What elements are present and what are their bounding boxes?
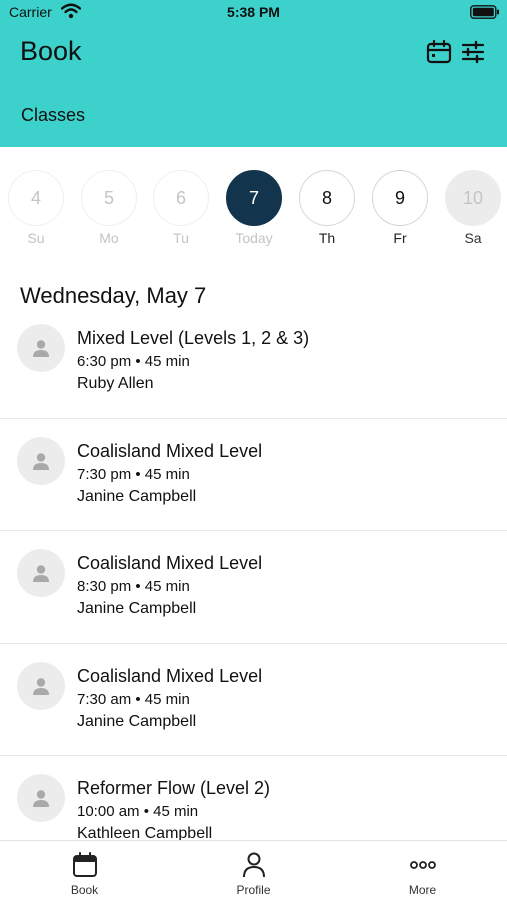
day-saturday[interactable]: 10 Sa	[445, 170, 501, 250]
person-icon	[242, 852, 265, 878]
class-list-item[interactable]: Reformer Flow (Level 2) 10:00 am • 45 mi…	[0, 756, 507, 840]
day-label: Sa	[464, 230, 482, 246]
tab-bar: Book Profile More	[0, 840, 507, 900]
class-time: 8:30 pm • 45 min	[77, 578, 190, 595]
person-icon	[33, 677, 49, 695]
class-name: Coalisland Mixed Level	[77, 553, 263, 573]
person-icon	[33, 452, 49, 470]
day-today[interactable]: 7 Today	[226, 170, 282, 250]
class-teacher: Janine Campbell	[77, 712, 197, 730]
battery-icon	[470, 5, 499, 19]
person-icon	[33, 340, 49, 357]
class-time: 7:30 am • 45 min	[77, 690, 190, 708]
class-list-item[interactable]: Coalisland Mixed Level 8:30 pm • 45 min …	[0, 531, 507, 644]
more-icon	[409, 861, 436, 869]
day-label: Th	[318, 230, 336, 246]
class-list: Mixed Level (Levels 1, 2 & 3) 6:30 pm • …	[0, 306, 507, 840]
day-sunday[interactable]: 4 Su	[8, 170, 64, 250]
avatar	[17, 549, 65, 597]
day-selector: 4 Su 5 Mo 6 Tu 7 Today 8 Th 9 Fr 10 Sa	[0, 170, 507, 250]
person-icon	[33, 790, 49, 807]
class-name: Coalisland Mixed Level	[77, 665, 263, 686]
day-number: 5	[81, 170, 137, 226]
day-friday[interactable]: 9 Fr	[372, 170, 428, 250]
class-list-item[interactable]: Mixed Level (Levels 1, 2 & 3) 6:30 pm • …	[0, 306, 507, 419]
tab-label: Book	[70, 883, 99, 897]
filter-icon[interactable]	[460, 40, 486, 64]
class-list-item[interactable]: Coalisland Mixed Level 7:30 pm • 45 min …	[0, 419, 507, 531]
class-teacher: Janine Campbell	[77, 600, 197, 617]
day-number: 4	[8, 170, 64, 226]
class-name: Reformer Flow (Level 2)	[77, 778, 271, 798]
class-time: 7:30 pm • 45 min	[77, 465, 190, 483]
day-label: Tu	[173, 230, 189, 246]
tab-label: Profile	[236, 883, 271, 897]
avatar	[17, 661, 65, 710]
class-teacher: Kathleen Campbell	[77, 825, 213, 840]
class-teacher: Ruby Allen	[77, 375, 154, 392]
calendar-icon	[72, 852, 97, 877]
day-number: 10	[445, 170, 501, 226]
header: Carrier 5:38 PM Book Classes	[0, 0, 507, 147]
class-teacher: Janine Campbell	[77, 487, 197, 505]
page-title: Book	[20, 36, 82, 66]
day-label: Fr	[393, 230, 407, 246]
status-time: 5:38 PM	[227, 4, 280, 20]
day-number: 7	[226, 170, 282, 226]
tab-profile[interactable]: Profile	[169, 841, 338, 900]
class-list-item[interactable]: Coalisland Mixed Level 7:30 am • 45 min …	[0, 644, 507, 756]
tab-label: More	[408, 883, 437, 897]
tab-book[interactable]: Book	[0, 841, 169, 900]
avatar	[17, 324, 65, 372]
status-bar: Carrier 5:38 PM	[0, 0, 507, 26]
classes-label: Classes	[21, 105, 86, 125]
day-number: 8	[299, 170, 355, 226]
day-number: 9	[372, 170, 428, 226]
avatar	[17, 774, 65, 822]
day-label: Today	[235, 230, 273, 246]
avatar	[17, 436, 65, 485]
class-name: Coalisland Mixed Level	[77, 440, 263, 461]
tab-more[interactable]: More	[338, 841, 507, 900]
class-name: Mixed Level (Levels 1, 2 & 3)	[77, 328, 310, 348]
calendar-icon[interactable]	[426, 40, 452, 64]
class-time: 10:00 am • 45 min	[77, 803, 199, 820]
day-monday[interactable]: 5 Mo	[81, 170, 137, 250]
day-number: 6	[153, 170, 209, 226]
day-tuesday[interactable]: 6 Tu	[153, 170, 209, 250]
day-thursday[interactable]: 8 Th	[299, 170, 355, 250]
person-icon	[33, 565, 49, 582]
day-label: Mo	[99, 230, 119, 246]
day-label: Su	[27, 230, 45, 246]
class-time: 6:30 pm • 45 min	[77, 353, 190, 370]
